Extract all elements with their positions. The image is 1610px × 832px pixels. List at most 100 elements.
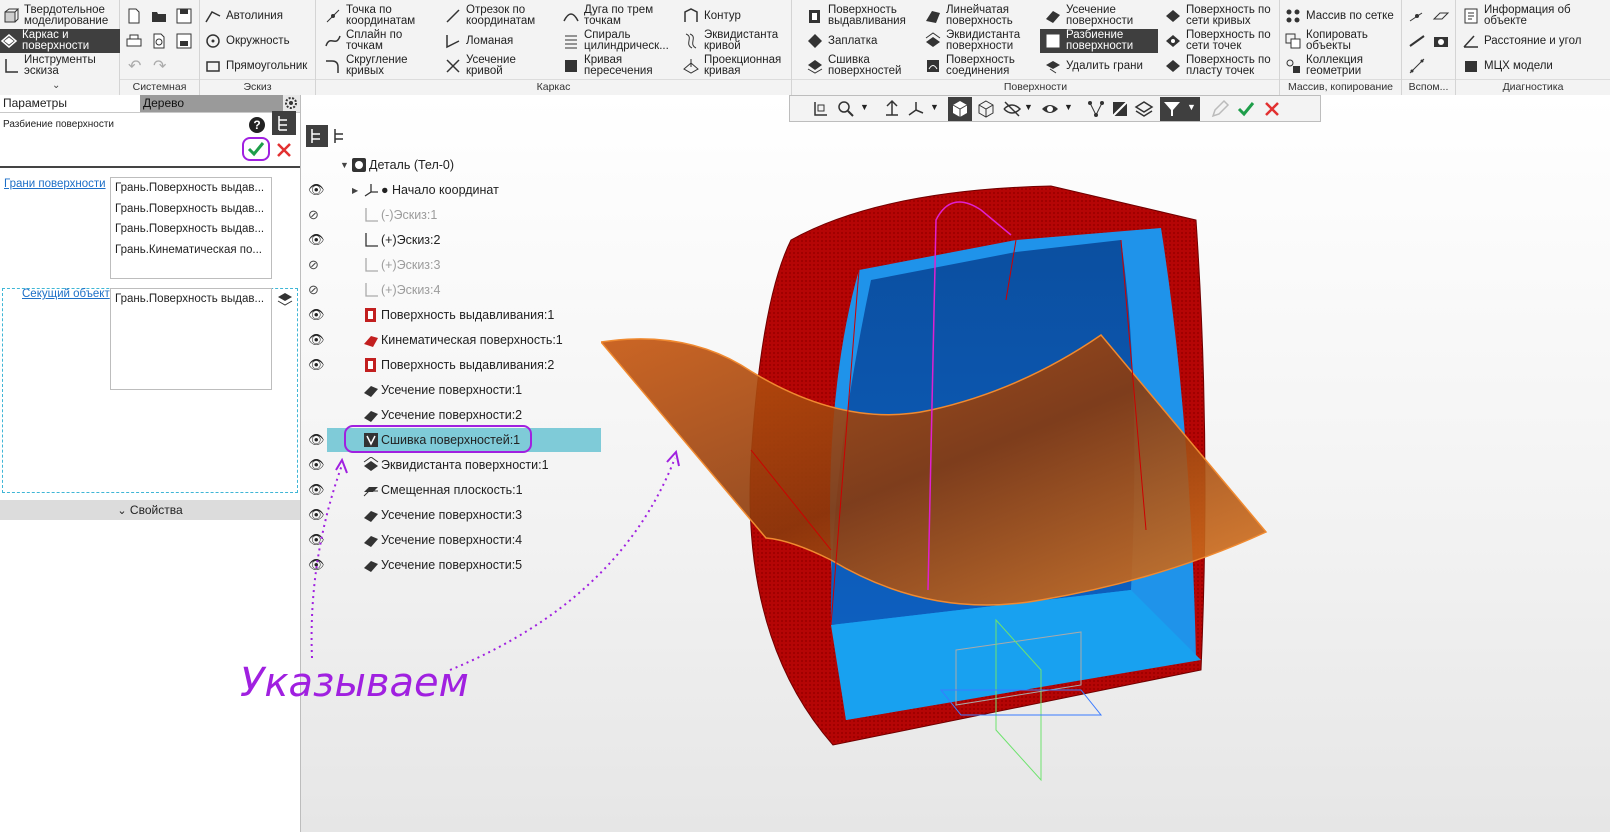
curve-trim-button[interactable]: Усечение кривой — [444, 54, 526, 78]
visibility-eye-icon[interactable]: 👁 — [308, 308, 325, 322]
autoline-button[interactable]: Автолиния — [204, 4, 283, 28]
aux-plane-icon[interactable] — [1432, 7, 1450, 25]
pencil-icon[interactable] — [1210, 99, 1230, 119]
tree-item-extrusion-1[interactable]: 👁 Поверхность выдавливания:1 — [301, 303, 601, 327]
surface-trim-button[interactable]: Усечение поверхности — [1044, 4, 1146, 28]
cancel-icon[interactable] — [275, 141, 293, 159]
mode-sketch-tools-button[interactable]: Инструменты эскиза — [2, 54, 118, 78]
arc-three-points-button[interactable]: Дуга по трем точкам — [562, 4, 659, 28]
rotate-icon[interactable] — [882, 99, 902, 119]
surface-stitch-button[interactable]: Сшивка поверхностей — [806, 54, 908, 78]
ruled-surface-button[interactable]: Линейчатая поверхность — [924, 4, 1026, 28]
mode-surfaces-button[interactable]: Каркас и поверхности — [0, 29, 120, 53]
sketch-view-icon[interactable] — [810, 99, 830, 119]
layers-icon[interactable] — [1134, 99, 1154, 119]
visibility-eye-icon[interactable]: 👁 — [308, 358, 325, 372]
cancel-x-icon[interactable] — [1262, 99, 1282, 119]
save-all-icon[interactable] — [175, 32, 193, 50]
wireframe-cube-icon[interactable] — [976, 99, 996, 119]
filter-button[interactable]: ▼ — [1160, 97, 1200, 121]
tree-item-detail[interactable]: ▼ Деталь (Тел-0) — [301, 153, 601, 177]
curve-offset-button[interactable]: Эквидистанта кривой — [682, 29, 784, 53]
object-info-button[interactable]: Информация об объекте — [1462, 4, 1584, 28]
cutter-list-item[interactable]: Грань.Поверхность выдав... — [111, 289, 271, 310]
redo-icon[interactable]: ↷ — [153, 56, 166, 76]
mode-solid-button[interactable]: Твердотельное моделирование — [2, 4, 118, 28]
faces-list-item[interactable]: Грань.Поверхность выдав... — [111, 199, 271, 220]
distance-angle-button[interactable]: Расстояние и угол — [1462, 29, 1584, 53]
save-icon[interactable] — [175, 7, 193, 25]
surface-split-button[interactable]: Разбиение поверхности — [1040, 29, 1158, 53]
polyline-button[interactable]: Ломаная — [444, 29, 513, 53]
zoom-icon[interactable] — [836, 99, 856, 119]
tab-parameters[interactable]: Параметры — [0, 95, 141, 112]
preview-icon[interactable] — [150, 32, 168, 50]
shaded-mode-button[interactable] — [948, 97, 972, 121]
zoom-dropdown-icon[interactable]: ▼ — [860, 102, 869, 112]
hidden-eye-icon[interactable]: ⊘ — [308, 283, 322, 297]
mass-properties-button[interactable]: МЦХ модели — [1462, 54, 1553, 78]
tree-item-trim-2[interactable]: Усечение поверхности:2 — [301, 403, 601, 427]
cutter-field-label[interactable]: Секущий объект — [22, 288, 110, 300]
print-icon[interactable] — [125, 32, 143, 50]
tab-tree[interactable]: Дерево — [140, 95, 283, 112]
help-icon[interactable]: ? — [249, 117, 265, 133]
extrusion-surface-button[interactable]: Поверхность выдавливания — [806, 4, 918, 28]
cylindrical-spiral-button[interactable]: Спираль цилиндрическ... — [562, 29, 679, 53]
faces-list-item[interactable]: Грань.Кинематическая по... — [111, 240, 271, 261]
faces-field-label[interactable]: Грани поверхности — [4, 178, 106, 190]
filter-dropdown-icon[interactable]: ▼ — [1187, 102, 1196, 112]
blend-surface-button[interactable]: Поверхность соединения — [924, 54, 1026, 78]
open-folder-icon[interactable] — [150, 7, 168, 25]
section-icon[interactable] — [1110, 99, 1130, 119]
model-3d-view[interactable] — [601, 180, 1301, 820]
projection-curve-button[interactable]: Проекционная кривая — [682, 54, 784, 78]
intersection-curve-button[interactable]: Кривая пересечения — [562, 54, 659, 78]
tree-item-sketch-1[interactable]: ⊘ (-)Эскиз:1 — [301, 203, 601, 227]
patch-button[interactable]: Заплатка — [806, 29, 877, 53]
tree-item-origin[interactable]: 👁 ▶ ● Начало координат — [301, 178, 601, 202]
gear-icon[interactable] — [284, 96, 298, 110]
geometry-collection-button[interactable]: Коллекция геометрии — [1284, 54, 1386, 78]
segment-by-coords-button[interactable]: Отрезок по координатам — [444, 4, 561, 28]
surface-offset-button[interactable]: Эквидистанта поверхности — [924, 29, 1026, 53]
curve-fillet-button[interactable]: Скругление кривых — [324, 54, 426, 78]
point-by-coords-button[interactable]: Точка по координатам — [324, 4, 426, 28]
display-dropdown-icon[interactable]: ▼ — [1064, 102, 1073, 112]
faces-list-item[interactable]: Грань.Поверхность выдав... — [111, 219, 271, 240]
hide-dropdown-icon[interactable]: ▼ — [1024, 102, 1033, 112]
tree-item-trim-1[interactable]: Усечение поверхности:1 — [301, 378, 601, 402]
orientation-dropdown-icon[interactable]: ▼ — [930, 102, 939, 112]
tree-item-sketch-4[interactable]: ⊘ (+)Эскиз:4 — [301, 278, 601, 302]
ribbon-collapse-icon[interactable]: ⌄ — [52, 80, 60, 91]
tree-item-kinematic-1[interactable]: 👁 Кинематическая поверхность:1 — [301, 328, 601, 352]
aux-camera-icon[interactable] — [1432, 32, 1450, 50]
confirm-button[interactable] — [242, 137, 270, 161]
apply-checkmark-icon[interactable] — [1236, 99, 1256, 119]
surface-point-net-button[interactable]: Поверхность по сети точек — [1164, 29, 1276, 53]
visibility-eye-icon[interactable]: 👁 — [308, 183, 325, 197]
hidden-eye-icon[interactable]: ⊘ — [308, 258, 322, 272]
contour-button[interactable]: Контур — [682, 4, 741, 28]
tree-item-sketch-3[interactable]: ⊘ (+)Эскиз:3 — [301, 253, 601, 277]
tree-item-extrusion-2[interactable]: 👁 Поверхность выдавливания:2 — [301, 353, 601, 377]
relations-icon[interactable] — [1086, 99, 1106, 119]
expand-toggle-icon[interactable]: ▶ — [352, 186, 358, 195]
surface-point-cloud-button[interactable]: Поверхность по пласту точек — [1164, 54, 1276, 78]
visibility-eye-icon[interactable]: 👁 — [308, 233, 325, 247]
circle-button[interactable]: Окружность — [204, 29, 290, 53]
tree-list-icon[interactable] — [331, 127, 349, 145]
copy-objects-button[interactable]: Копировать объекты — [1284, 29, 1386, 53]
tree-view-icon[interactable] — [272, 111, 296, 135]
surface-curve-net-button[interactable]: Поверхность по сети кривых — [1164, 4, 1276, 28]
delete-faces-button[interactable]: Удалить грани — [1044, 54, 1143, 78]
rectangle-button[interactable]: Прямоугольник — [204, 54, 307, 78]
hide-icon[interactable] — [1002, 99, 1022, 119]
pick-object-icon[interactable] — [276, 291, 294, 309]
display-icon[interactable] — [1040, 99, 1060, 119]
spline-button[interactable]: Сплайн по точкам — [324, 29, 426, 53]
grid-array-button[interactable]: Массив по сетке — [1284, 4, 1394, 28]
tree-structure-icon[interactable] — [306, 125, 328, 147]
properties-section[interactable]: ⌄ Свойства — [0, 500, 300, 520]
aux-line-icon[interactable] — [1408, 57, 1426, 75]
